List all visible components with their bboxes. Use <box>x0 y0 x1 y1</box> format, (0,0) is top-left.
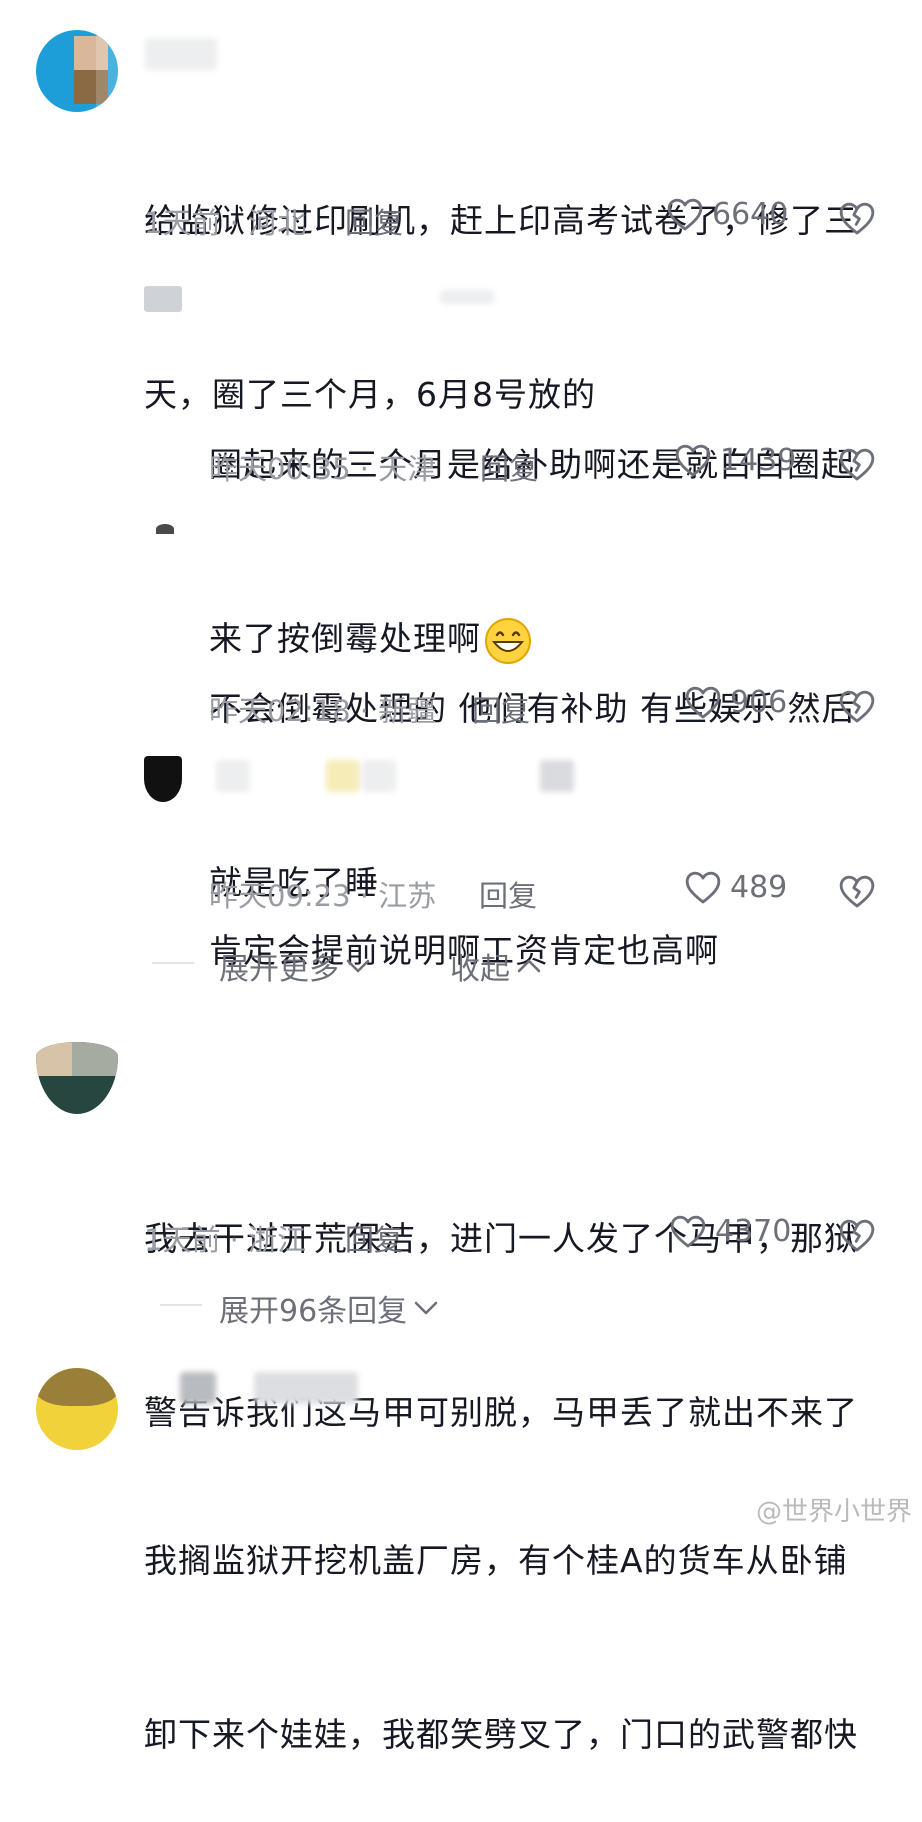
reply-button[interactable]: 回复 <box>480 446 538 488</box>
expand-more-label: 展开更多 <box>219 952 339 987</box>
broken-heart-icon[interactable] <box>838 1217 876 1257</box>
heart-outline-icon <box>669 1213 707 1249</box>
divider <box>160 1304 202 1306</box>
broken-heart-icon[interactable] <box>838 688 876 728</box>
broken-heart-icon[interactable] <box>838 446 876 486</box>
like-button[interactable]: 4370 <box>669 1213 791 1249</box>
reply-button[interactable]: 回复 <box>345 1217 403 1259</box>
expand-more-button[interactable]: 展开更多 <box>219 944 371 988</box>
comment-time-location: 昨天02:18 · 新疆 <box>209 694 437 728</box>
avatar[interactable] <box>36 1042 118 1114</box>
like-count: 489 <box>730 869 788 905</box>
username-blurred[interactable] <box>540 760 574 792</box>
comment-time-location: 昨天09:23 · 江苏 <box>209 879 437 913</box>
reply-button[interactable]: 回复 <box>472 688 530 730</box>
like-button[interactable]: 6640 <box>666 196 788 232</box>
expand-replies-button[interactable]: 展开96条回复 <box>219 1286 439 1330</box>
expand-replies-label: 展开96条回复 <box>219 1294 408 1329</box>
comment-time-location: 1天前 · 河北 <box>144 206 307 240</box>
avatar[interactable] <box>144 756 182 802</box>
username-blurred[interactable] <box>180 1372 216 1404</box>
username-blurred[interactable] <box>362 760 396 792</box>
username-blurred[interactable] <box>440 290 494 304</box>
chevron-down-icon <box>345 956 371 976</box>
comment-time-location: 1天前 · 浙江 <box>144 1223 307 1257</box>
avatar[interactable] <box>36 30 118 112</box>
broken-heart-icon[interactable] <box>838 873 876 913</box>
username-blurred[interactable] <box>326 760 360 792</box>
comment-text: 肯定会提前说明啊工资肯定也高啊 <box>209 931 719 970</box>
like-button[interactable]: 1439 <box>674 442 796 478</box>
like-count: 1439 <box>720 442 797 478</box>
heart-outline-icon <box>666 196 704 232</box>
heart-outline-icon <box>674 442 712 478</box>
watermark: @世界小世界 <box>755 1497 912 1527</box>
username-blurred[interactable] <box>216 760 250 792</box>
heart-outline-icon <box>684 869 722 905</box>
like-button[interactable]: 906 <box>684 684 787 720</box>
heart-outline-icon <box>684 684 722 720</box>
divider <box>152 962 194 964</box>
collapse-label: 收起 <box>450 952 510 987</box>
like-button[interactable]: 489 <box>684 869 787 905</box>
comment-time-location: 昨天00:35 · 天津 <box>209 452 437 486</box>
like-count: 906 <box>730 684 788 720</box>
avatar[interactable] <box>156 524 174 534</box>
avatar[interactable] <box>144 286 182 312</box>
chevron-down-icon <box>413 1298 439 1318</box>
chevron-up-icon <box>516 956 542 976</box>
reply-button[interactable]: 回复 <box>479 873 537 915</box>
broken-heart-icon[interactable] <box>838 200 876 240</box>
like-count: 6640 <box>712 196 789 232</box>
username-blurred[interactable] <box>145 38 217 70</box>
like-count: 4370 <box>715 1213 792 1249</box>
reply-button[interactable]: 回复 <box>345 200 403 242</box>
comment-text: 我搁监狱开挖机盖厂房，有个桂A的货车从卧铺 卸下来个娃娃，我都笑劈叉了，门口的武… <box>144 1541 858 1754</box>
collapse-button[interactable]: 收起 <box>450 944 542 988</box>
avatar[interactable] <box>36 1368 118 1450</box>
username-blurred[interactable] <box>254 1372 358 1404</box>
